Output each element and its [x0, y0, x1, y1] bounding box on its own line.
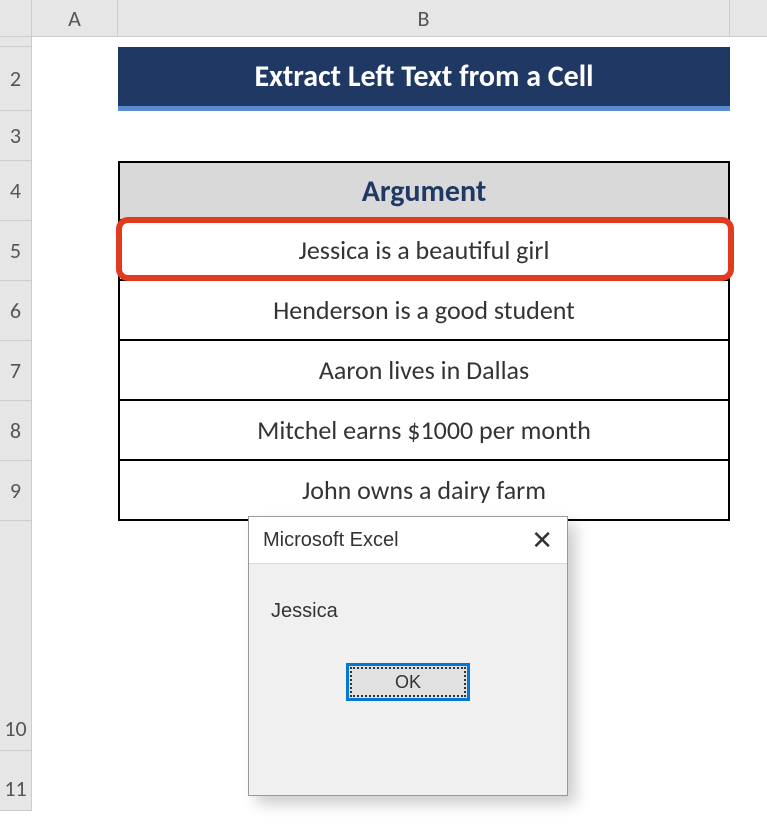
row-header-1[interactable]: [0, 37, 32, 47]
row-header-6[interactable]: 6: [0, 281, 32, 341]
row-header-10[interactable]: 10: [0, 521, 32, 751]
dialog-title-bar[interactable]: Microsoft Excel ✕: [249, 517, 567, 564]
msgbox-dialog: Microsoft Excel ✕ Jessica OK: [248, 516, 568, 796]
column-header-B[interactable]: B: [118, 0, 730, 36]
cell-A10[interactable]: [32, 521, 118, 751]
dialog-title: Microsoft Excel: [263, 529, 399, 552]
cell-A2[interactable]: [32, 47, 118, 111]
cell-A4[interactable]: [32, 161, 118, 221]
row-header-3[interactable]: 3: [0, 111, 32, 161]
cell-B1[interactable]: [118, 37, 730, 47]
dialog-footer: OK: [249, 643, 567, 725]
cell-A9[interactable]: [32, 461, 118, 521]
column-header-A[interactable]: A: [32, 0, 118, 36]
data-cell-2[interactable]: Henderson is a good student: [118, 281, 730, 341]
cell-A7[interactable]: [32, 341, 118, 401]
row-header-8[interactable]: 8: [0, 401, 32, 461]
row-header-7[interactable]: 7: [0, 341, 32, 401]
row-header-9[interactable]: 9: [0, 461, 32, 521]
cell-A8[interactable]: [32, 401, 118, 461]
data-cell-4[interactable]: Mitchel earns $1000 per month: [118, 401, 730, 461]
cell-A11[interactable]: [32, 751, 118, 811]
cell-A3[interactable]: [32, 111, 118, 161]
column-headers: A B: [0, 0, 767, 37]
close-icon[interactable]: ✕: [531, 527, 553, 553]
table-header-cell[interactable]: Argument: [118, 161, 730, 221]
select-all-corner[interactable]: [0, 0, 32, 36]
cell-A5[interactable]: [32, 221, 118, 281]
row-header-4[interactable]: 4: [0, 161, 32, 221]
data-cell-1[interactable]: Jessica is a beautiful girl: [118, 221, 730, 281]
ok-button[interactable]: OK: [346, 663, 470, 701]
data-cell-5[interactable]: John owns a dairy farm: [118, 461, 730, 521]
data-cell-3[interactable]: Aaron lives in Dallas: [118, 341, 730, 401]
dialog-message: Jessica: [249, 564, 567, 643]
cell-B3[interactable]: [118, 111, 730, 161]
title-cell[interactable]: Extract Left Text from a Cell: [118, 47, 730, 111]
row-header-2[interactable]: 2: [0, 47, 32, 111]
row-header-11[interactable]: 11: [0, 751, 32, 811]
cell-A6[interactable]: [32, 281, 118, 341]
cell-A1[interactable]: [32, 37, 118, 47]
row-header-5[interactable]: 5: [0, 221, 32, 281]
